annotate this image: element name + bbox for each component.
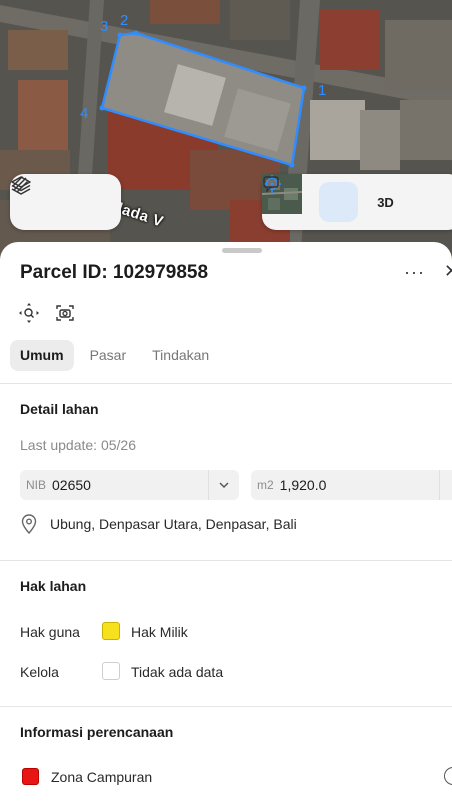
map-tools-right: 3D xyxy=(262,174,452,230)
divider xyxy=(0,706,452,707)
location-pin-icon xyxy=(21,514,37,534)
zoom-to-parcel-icon[interactable] xyxy=(18,302,40,324)
select-separator xyxy=(439,470,440,500)
3d-toggle-button[interactable]: 3D xyxy=(366,182,405,222)
more-options-button[interactable]: ··· xyxy=(404,262,425,283)
measure-icon[interactable] xyxy=(12,176,112,222)
vertex-label-1: 1 xyxy=(318,82,327,99)
vertex-label-3: 3 xyxy=(100,18,109,35)
hak-milik-swatch xyxy=(102,622,120,640)
area-prefix: m2 xyxy=(257,478,274,492)
parcel-detail-sheet: Parcel ID: 102979858 ··· ✕ Umum Pasar Ti… xyxy=(0,242,452,804)
hak-section-title: Hak lahan xyxy=(20,578,87,594)
nib-prefix: NIB xyxy=(26,478,47,492)
kelola-swatch xyxy=(102,662,120,680)
screenshot-icon[interactable] xyxy=(54,302,76,324)
tab-umum[interactable]: Umum xyxy=(10,340,74,371)
location-text: Ubung, Denpasar Utara, Denpasar, Bali xyxy=(50,516,297,532)
kelola-label: Kelola xyxy=(20,664,59,680)
vertex-label-4: 4 xyxy=(80,105,89,122)
select-separator xyxy=(208,470,209,500)
detail-section-title: Detail lahan xyxy=(20,401,99,417)
feedback-icon[interactable] xyxy=(263,176,452,222)
zone-label: Zona Campuran xyxy=(51,769,153,785)
area-select[interactable]: m2 1,920.0 xyxy=(251,470,452,500)
map-view[interactable]: 2 3 4 1 dada V 3D xyxy=(0,0,452,262)
planning-section-title: Informasi perencanaan xyxy=(20,724,174,740)
hak-guna-label: Hak guna xyxy=(20,624,80,640)
chevron-down-icon xyxy=(217,478,231,497)
info-icon[interactable] xyxy=(444,767,452,785)
vertex-label-2: 2 xyxy=(120,12,129,29)
nib-select[interactable]: NIB 02650 xyxy=(20,470,239,500)
map-tools-left xyxy=(10,174,121,230)
divider xyxy=(0,383,452,384)
location-row: Ubung, Denpasar Utara, Denpasar, Bali xyxy=(20,514,297,534)
tab-bar: Umum Pasar Tindakan xyxy=(10,340,219,371)
last-update-text: Last update: 05/26 xyxy=(20,437,136,453)
locate-icon[interactable] xyxy=(263,175,358,222)
hak-guna-value: Hak Milik xyxy=(131,624,188,640)
nib-value: 02650 xyxy=(52,477,91,493)
tab-tindakan[interactable]: Tindakan xyxy=(142,340,219,371)
parcel-tools xyxy=(18,302,76,324)
close-button[interactable]: ✕ xyxy=(444,261,452,282)
kelola-value: Tidak ada data xyxy=(131,664,224,680)
parcel-title: Parcel ID: 102979858 xyxy=(20,262,209,283)
divider xyxy=(0,560,452,561)
area-value: 1,920.0 xyxy=(279,477,327,493)
tab-pasar[interactable]: Pasar xyxy=(80,340,137,371)
zone-swatch xyxy=(22,768,39,785)
drag-handle[interactable] xyxy=(222,248,262,253)
